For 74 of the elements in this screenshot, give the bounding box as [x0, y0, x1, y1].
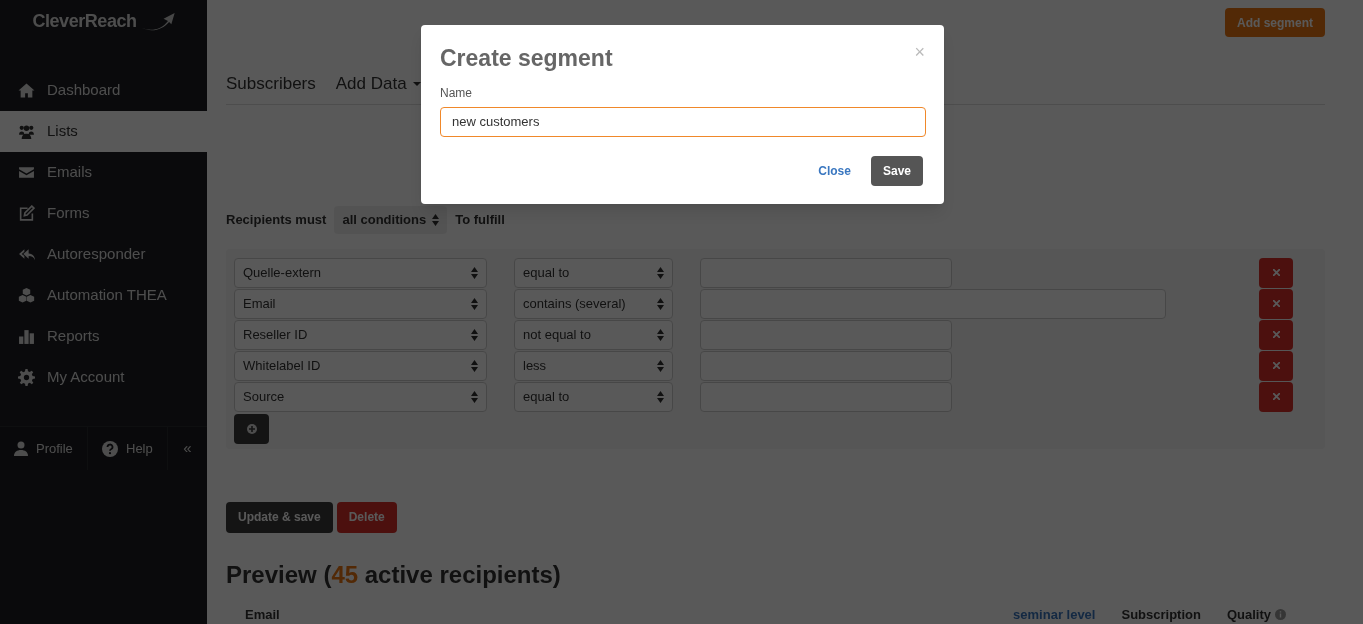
updown-icon: [657, 390, 664, 403]
field-select[interactable]: Source: [234, 381, 487, 412]
column-link[interactable]: seminar level: [1013, 606, 1096, 622]
name-field[interactable]: new customers: [440, 106, 926, 137]
operator-select[interactable]: not equal to: [514, 319, 673, 350]
nav-item[interactable]: Emails: [0, 152, 207, 193]
operator-select[interactable]: equal to: [514, 257, 673, 288]
close-icon: [1272, 393, 1280, 401]
close-link[interactable]: Close: [818, 161, 851, 180]
updown-icon: [471, 297, 478, 310]
nav-item[interactable]: Forms: [0, 193, 207, 234]
nav-item[interactable]: Dashboard: [0, 70, 207, 111]
add-segment-button[interactable]: Add segment: [1225, 8, 1325, 37]
settings-icon: [18, 369, 35, 386]
filter-label: Recipients must: [226, 211, 327, 230]
remove-button[interactable]: [1259, 381, 1293, 412]
field-select[interactable]: Email: [234, 288, 487, 319]
profile-button[interactable]: Profile: [0, 427, 88, 470]
condition-mode-select[interactable]: all conditions: [334, 205, 448, 234]
remove-button[interactable]: [1259, 350, 1293, 381]
operator-select[interactable]: contains (several): [514, 288, 673, 319]
remove-button[interactable]: [1259, 319, 1293, 350]
preview-heading: Preview (45 active recipients): [226, 559, 562, 590]
updown-icon: [657, 297, 664, 310]
delete-button[interactable]: Delete: [336, 501, 397, 533]
tab[interactable]: Subscribers: [226, 75, 316, 92]
help-button[interactable]: Help: [88, 427, 168, 470]
operator-select[interactable]: equal to: [514, 381, 673, 412]
column-header: Subscription: [1121, 606, 1201, 622]
field-select[interactable]: Reseller ID: [234, 319, 487, 350]
close-icon: [1272, 300, 1280, 308]
close-icon: [1272, 269, 1280, 277]
nav-item[interactable]: Automation THEA: [0, 275, 207, 316]
mail-icon: [18, 164, 35, 181]
collapse-button[interactable]: «: [168, 427, 207, 470]
nav-item[interactable]: Autoresponder: [0, 234, 207, 275]
save-button[interactable]: Save: [870, 155, 923, 186]
add-condition-button[interactable]: [234, 413, 269, 444]
update-save-button[interactable]: Update & save: [226, 501, 333, 533]
updown-icon: [657, 359, 664, 372]
column-header: Quality: [1226, 605, 1271, 624]
updown-icon: [471, 328, 478, 341]
info-icon: [1275, 608, 1286, 620]
nav-item[interactable]: Reports: [0, 316, 207, 357]
logo: CleverReach: [32, 8, 175, 35]
home-icon: [18, 82, 35, 99]
nav-item[interactable]: Lists: [0, 111, 207, 152]
updown-icon: [657, 266, 664, 279]
cubes-icon: [18, 287, 35, 304]
remove-button[interactable]: [1259, 288, 1293, 319]
help-icon: [102, 440, 118, 457]
operator-select[interactable]: less: [514, 350, 673, 381]
user-icon: [14, 441, 28, 456]
close-icon: [1272, 331, 1280, 339]
close-button[interactable]: ×: [914, 43, 925, 61]
updown-icon: [432, 213, 440, 226]
users-icon: [18, 123, 35, 140]
tab[interactable]: Add Data: [335, 75, 421, 92]
filter-label: To fulfill: [455, 211, 505, 230]
nav-item[interactable]: My Account: [0, 357, 207, 398]
field-label: Name: [440, 84, 472, 102]
column-header: Email: [245, 606, 280, 622]
updown-icon: [471, 359, 478, 372]
updown-icon: [471, 390, 478, 403]
field-select[interactable]: Quelle-extern: [234, 257, 487, 288]
field-select[interactable]: Whitelabel ID: [234, 350, 487, 381]
modal-title: Create segment: [440, 44, 613, 73]
bar-chart-icon: [18, 328, 35, 345]
updown-icon: [471, 266, 478, 279]
close-icon: [1272, 362, 1280, 370]
edit-icon: [18, 205, 35, 222]
plus-circle-icon: [246, 423, 257, 434]
remove-button[interactable]: [1259, 257, 1293, 288]
updown-icon: [657, 328, 664, 341]
